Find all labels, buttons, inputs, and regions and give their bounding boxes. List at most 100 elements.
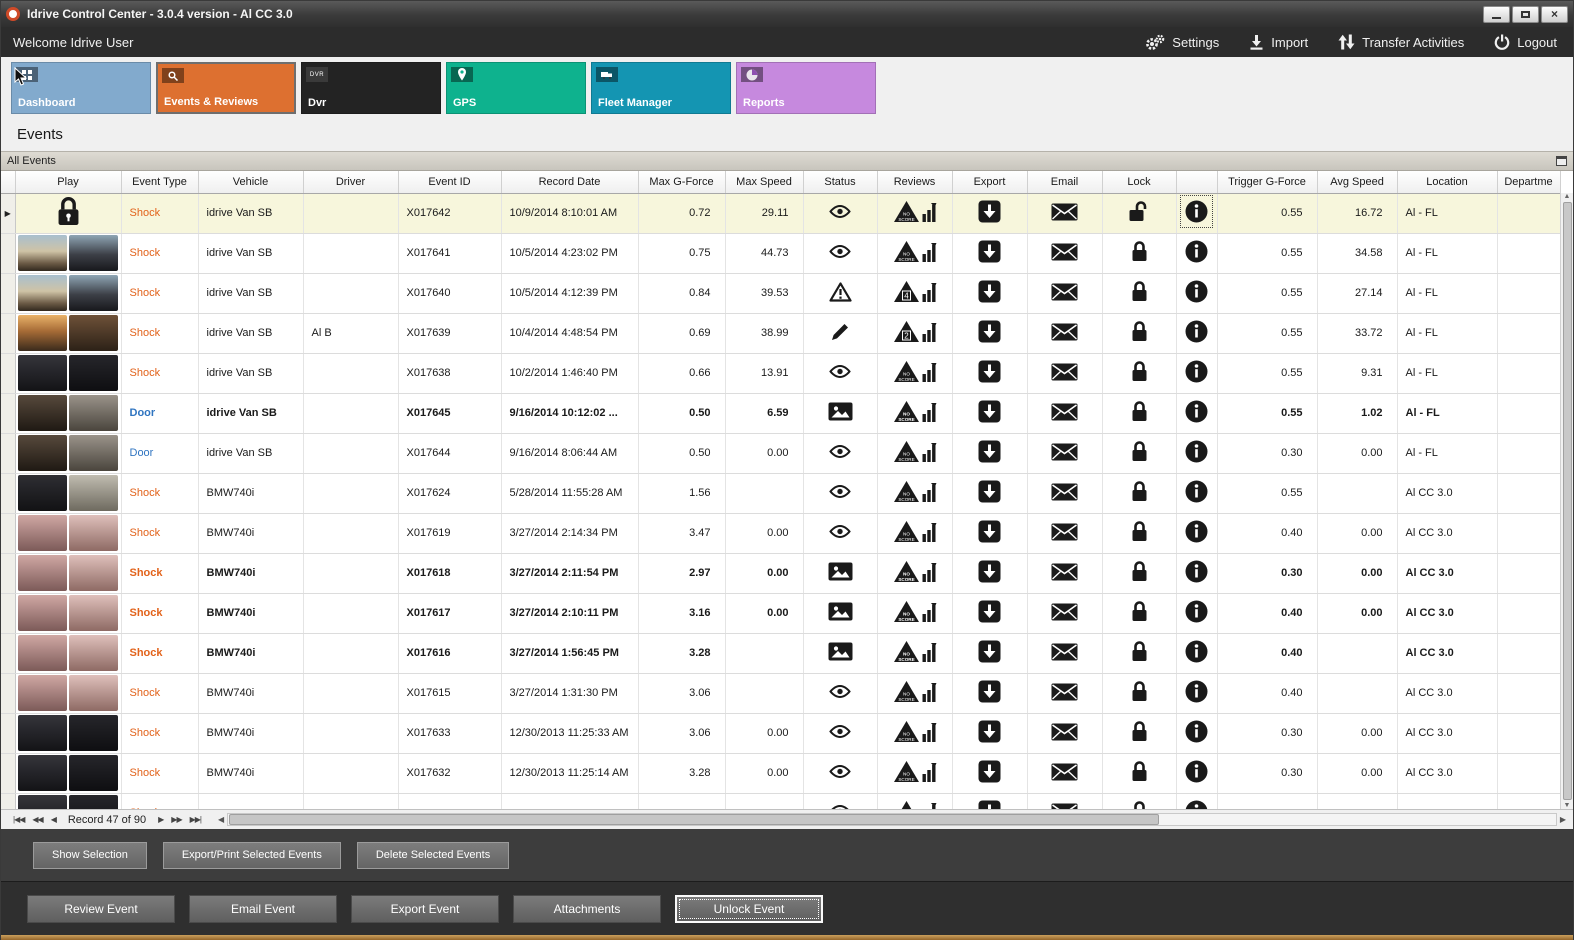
reviews-cell[interactable]: NOSCORE — [877, 793, 953, 809]
export-cell[interactable] — [952, 353, 1028, 394]
event-thumbnail[interactable] — [18, 675, 118, 711]
lock-cell[interactable] — [1102, 433, 1177, 474]
event-row[interactable]: Shock BMW740i X017619 3/27/2014 2:14:34 PM 3… — [1, 513, 1561, 554]
email-cell[interactable] — [1027, 393, 1103, 434]
transfer-activities-button[interactable]: Transfer Activities — [1338, 34, 1464, 50]
review-score-icon[interactable]: NOSCORE — [893, 640, 937, 663]
export-cell[interactable] — [952, 673, 1028, 714]
reviews-cell[interactable]: NOSCORE — [877, 473, 953, 514]
event-thumbnail[interactable] — [18, 435, 118, 471]
lock-cell[interactable] — [1102, 473, 1177, 514]
column-header-event-id[interactable]: Event ID — [398, 171, 502, 194]
email-icon[interactable] — [1051, 483, 1078, 501]
event-row[interactable]: Shock BMW740i X017615 3/27/2014 1:31:30 PM 3… — [1, 673, 1561, 714]
play-cell[interactable] — [15, 273, 122, 314]
play-cell[interactable] — [15, 753, 122, 794]
info-icon[interactable] — [1185, 320, 1208, 343]
info-icon[interactable] — [1185, 760, 1208, 783]
column-header-status[interactable]: Status — [803, 171, 878, 194]
reviews-cell[interactable]: NOSCORE — [877, 393, 953, 434]
scroll-right-icon[interactable]: ▶ — [1557, 815, 1569, 824]
column-header-reviews[interactable]: Reviews — [877, 171, 953, 194]
review-score-icon[interactable]: NOSCORE — [893, 440, 937, 463]
lock-icon[interactable] — [1130, 720, 1149, 743]
export-cell[interactable] — [952, 313, 1028, 354]
play-cell[interactable] — [15, 713, 122, 754]
email-icon[interactable] — [1051, 403, 1078, 421]
event-thumbnail[interactable] — [18, 755, 118, 791]
play-cell[interactable] — [15, 793, 122, 809]
column-header-blank[interactable] — [1176, 171, 1218, 194]
horizontal-scrollbar-track[interactable] — [227, 813, 1557, 826]
minimize-button[interactable] — [1483, 5, 1510, 23]
info-icon[interactable] — [1185, 720, 1208, 743]
info-cell[interactable] — [1176, 473, 1218, 514]
lock-icon[interactable] — [1130, 360, 1149, 383]
review-event-button[interactable]: Review Event — [27, 894, 175, 923]
export-icon[interactable] — [978, 400, 1001, 423]
info-icon[interactable] — [1185, 560, 1208, 583]
info-icon[interactable] — [1185, 440, 1208, 463]
email-icon[interactable] — [1051, 763, 1078, 781]
event-row[interactable]: Shock NOSCORE — [1, 793, 1561, 809]
export-cell[interactable] — [952, 233, 1028, 274]
lock-cell[interactable] — [1102, 793, 1177, 809]
email-cell[interactable] — [1027, 713, 1103, 754]
review-score-icon[interactable]: NOSCORE — [893, 600, 937, 623]
event-row[interactable]: Shock BMW740i X017624 5/28/2014 11:55:28 AM… — [1, 473, 1561, 514]
info-cell[interactable] — [1176, 273, 1218, 314]
event-row[interactable]: Shock idrive Van SB Al B X017639 10/4/2014 4… — [1, 313, 1561, 354]
email-icon[interactable] — [1051, 683, 1078, 701]
lock-cell[interactable] — [1102, 193, 1177, 234]
event-thumbnail[interactable] — [18, 275, 118, 311]
info-cell[interactable] — [1176, 673, 1218, 714]
info-cell[interactable] — [1176, 193, 1218, 234]
email-cell[interactable] — [1027, 273, 1103, 314]
scroll-up-icon[interactable]: ▲ — [1564, 193, 1571, 200]
lock-cell[interactable] — [1102, 593, 1177, 634]
show-selection-button[interactable]: Show Selection — [33, 841, 147, 869]
review-score-icon[interactable]: NOSCORE — [893, 360, 937, 383]
email-icon[interactable] — [1051, 523, 1078, 541]
lock-icon[interactable] — [1130, 800, 1149, 809]
export-cell[interactable] — [952, 713, 1028, 754]
column-header-departme[interactable]: Departme — [1497, 171, 1561, 194]
review-score-icon[interactable]: 4 — [893, 280, 937, 303]
logout-button[interactable]: Logout — [1494, 34, 1557, 50]
lock-cell[interactable] — [1102, 393, 1177, 434]
info-cell[interactable] — [1176, 233, 1218, 274]
email-cell[interactable] — [1027, 593, 1103, 634]
event-thumbnail[interactable] — [18, 715, 118, 751]
export-cell[interactable] — [952, 513, 1028, 554]
reviews-cell[interactable]: NOSCORE — [877, 713, 953, 754]
tab-fleet-manager[interactable]: Fleet Manager — [591, 62, 731, 114]
info-icon[interactable] — [1180, 195, 1213, 228]
play-cell[interactable] — [15, 633, 122, 674]
column-header-lock[interactable]: Lock — [1102, 171, 1177, 194]
event-row[interactable]: Shock BMW740i X017618 3/27/2014 2:11:54 PM 2… — [1, 553, 1561, 594]
reviews-cell[interactable]: NOSCORE — [877, 633, 953, 674]
email-cell[interactable] — [1027, 513, 1103, 554]
event-row[interactable]: Shock idrive Van SB X017641 10/5/2014 4:23:… — [1, 233, 1561, 274]
email-cell[interactable] — [1027, 473, 1103, 514]
column-header-driver[interactable]: Driver — [303, 171, 399, 194]
email-icon[interactable] — [1051, 323, 1078, 341]
export-icon[interactable] — [978, 800, 1001, 809]
event-thumbnail[interactable] — [18, 635, 118, 671]
event-row[interactable]: ▶ Shock idrive Van SB X017642 10/9/2014 8:10… — [1, 193, 1561, 234]
export-cell[interactable] — [952, 273, 1028, 314]
info-icon[interactable] — [1185, 240, 1208, 263]
email-icon[interactable] — [1051, 603, 1078, 621]
review-score-icon[interactable]: NOSCORE — [893, 800, 937, 809]
event-thumbnail[interactable] — [18, 395, 118, 431]
info-cell[interactable] — [1176, 433, 1218, 474]
email-icon[interactable] — [1051, 203, 1078, 221]
lock-icon[interactable] — [1130, 640, 1149, 663]
export-cell[interactable] — [952, 593, 1028, 634]
lock-icon[interactable] — [1130, 280, 1149, 303]
email-event-button[interactable]: Email Event — [189, 894, 337, 923]
column-header-event-type[interactable]: Event Type — [121, 171, 199, 194]
event-thumbnail[interactable] — [18, 515, 118, 551]
export-icon[interactable] — [978, 200, 1001, 223]
review-score-icon[interactable]: NOSCORE — [893, 240, 937, 263]
